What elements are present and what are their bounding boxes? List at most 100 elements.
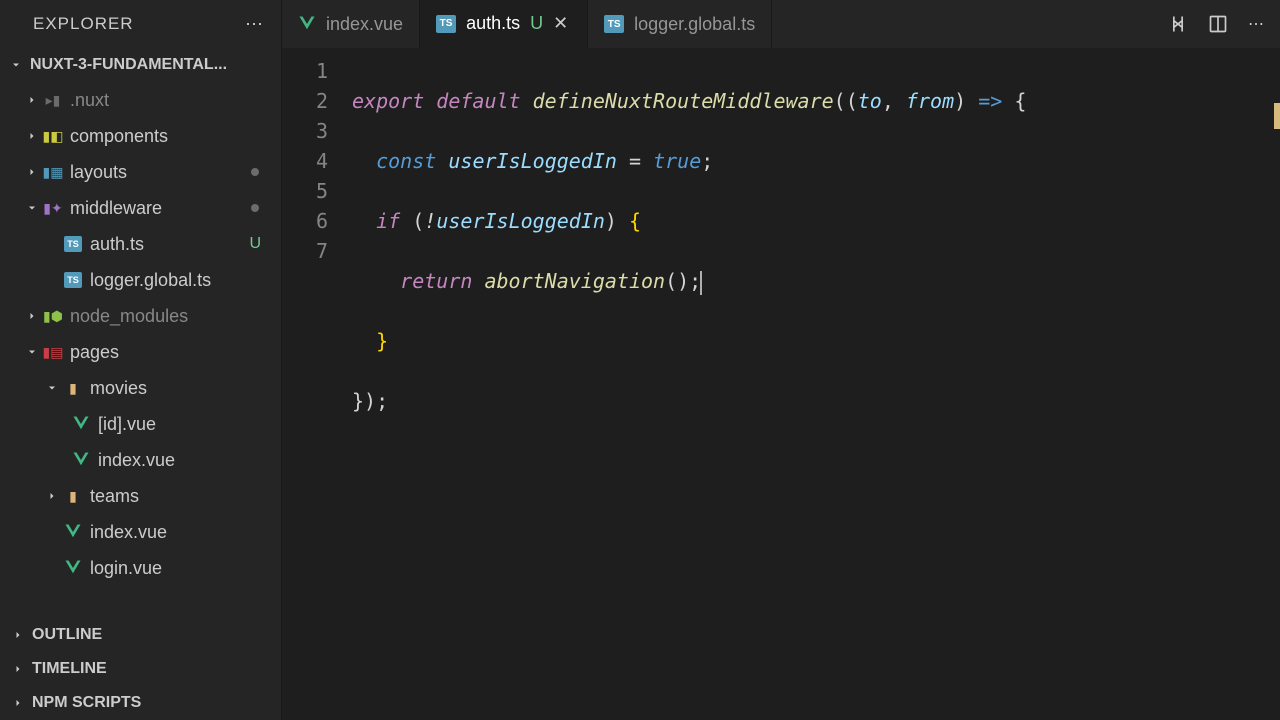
tree-folder-layouts[interactable]: ▮▦ layouts	[0, 154, 281, 190]
line-number: 1	[282, 56, 328, 86]
tree-item-label: [id].vue	[98, 414, 269, 435]
tree-item-label: teams	[90, 486, 269, 507]
tab-label: auth.ts	[466, 13, 520, 34]
folder-icon: ▮	[62, 379, 84, 397]
explorer-header: EXPLORER ⋯	[0, 0, 281, 48]
tree-file-auth[interactable]: TS auth.ts U	[0, 226, 281, 262]
chevron-down-icon	[22, 202, 42, 214]
tab-logger-ts[interactable]: TS logger.global.ts	[588, 0, 772, 48]
tree-item-label: logger.global.ts	[90, 270, 269, 291]
tree-item-label: auth.ts	[90, 234, 249, 255]
project-name: NUXT-3-FUNDAMENTAL...	[30, 56, 227, 74]
tree-file-movies-index[interactable]: index.vue	[0, 442, 281, 478]
minimap[interactable]	[1262, 48, 1280, 720]
tab-index-vue[interactable]: index.vue	[282, 0, 420, 48]
vue-file-icon	[62, 559, 84, 577]
chevron-right-icon	[22, 310, 42, 322]
vue-file-icon	[70, 415, 92, 433]
line-number: 2	[282, 86, 328, 116]
folder-icon: ▮	[62, 487, 84, 505]
folder-icon: ▮⬢	[42, 307, 64, 325]
editor-group: index.vue TS auth.ts U ✕ TS logger.globa…	[282, 0, 1280, 720]
tree-item-label: index.vue	[98, 450, 269, 471]
chevron-right-icon	[22, 130, 42, 142]
tree-file-login[interactable]: login.vue	[0, 550, 281, 586]
tree-folder-teams[interactable]: ▮ teams	[0, 478, 281, 514]
project-section[interactable]: NUXT-3-FUNDAMENTAL...	[0, 48, 281, 82]
tree-folder-nuxt[interactable]: ▸▮ .nuxt	[0, 82, 281, 118]
close-icon[interactable]: ✕	[553, 13, 571, 34]
line-number: 4	[282, 146, 328, 176]
chevron-right-icon	[42, 490, 62, 502]
tree-folder-movies[interactable]: ▮ movies	[0, 370, 281, 406]
folder-icon: ▸▮	[42, 91, 64, 109]
folder-icon: ▮▤	[42, 343, 64, 361]
modified-dot-icon	[251, 204, 259, 212]
file-tree: ▸▮ .nuxt ▮◧ components ▮▦ layouts ▮✦ mid…	[0, 82, 281, 618]
tree-item-label: components	[70, 126, 269, 147]
ts-file-icon: TS	[604, 15, 624, 33]
line-number: 5	[282, 176, 328, 206]
tree-item-label: movies	[90, 378, 269, 399]
git-status-badge: U	[249, 235, 269, 253]
tree-folder-middleware[interactable]: ▮✦ middleware	[0, 190, 281, 226]
outline-section[interactable]: OUTLINE	[0, 618, 281, 652]
tree-folder-pages[interactable]: ▮▤ pages	[0, 334, 281, 370]
tree-item-label: .nuxt	[70, 90, 269, 111]
chevron-right-icon	[8, 663, 28, 675]
git-status-badge: U	[530, 13, 543, 34]
chevron-right-icon	[8, 629, 28, 641]
minimap-change-indicator	[1274, 103, 1280, 129]
tab-label: index.vue	[326, 14, 403, 35]
ts-file-icon: TS	[62, 271, 84, 289]
tree-item-label: login.vue	[90, 558, 269, 579]
tree-folder-node-modules[interactable]: ▮⬢ node_modules	[0, 298, 281, 334]
sidebar: EXPLORER ⋯ NUXT-3-FUNDAMENTAL... ▸▮ .nux…	[0, 0, 282, 720]
line-number: 7	[282, 236, 328, 266]
folder-icon: ▮✦	[42, 199, 64, 217]
tree-item-label: layouts	[70, 162, 251, 183]
more-icon[interactable]: ⋯	[1248, 14, 1264, 34]
timeline-section[interactable]: TIMELINE	[0, 652, 281, 686]
tree-item-label: middleware	[70, 198, 251, 219]
chevron-right-icon	[22, 166, 42, 178]
timeline-label: TIMELINE	[32, 660, 107, 678]
tree-file-logger[interactable]: TS logger.global.ts	[0, 262, 281, 298]
npm-scripts-section[interactable]: NPM SCRIPTS	[0, 686, 281, 720]
text-cursor	[700, 271, 702, 295]
tree-item-label: node_modules	[70, 306, 269, 327]
npm-label: NPM SCRIPTS	[32, 694, 141, 712]
editor-actions: ⋯	[1168, 14, 1280, 34]
folder-icon: ▮◧	[42, 127, 64, 145]
vue-file-icon	[62, 523, 84, 541]
line-number: 3	[282, 116, 328, 146]
line-number: 6	[282, 206, 328, 236]
tab-auth-ts[interactable]: TS auth.ts U ✕	[420, 0, 588, 48]
chevron-down-icon	[42, 382, 62, 394]
tree-file-id-vue[interactable]: [id].vue	[0, 406, 281, 442]
tree-item-label: pages	[70, 342, 269, 363]
vue-file-icon	[70, 451, 92, 469]
split-editor-icon[interactable]	[1208, 14, 1228, 34]
tab-bar: index.vue TS auth.ts U ✕ TS logger.globa…	[282, 0, 1280, 48]
outline-label: OUTLINE	[32, 626, 102, 644]
code-editor[interactable]: 1 2 3 4 5 6 7 export default defineNuxtR…	[282, 48, 1280, 720]
ts-file-icon: TS	[436, 15, 456, 33]
code-content[interactable]: export default defineNuxtRouteMiddleware…	[352, 48, 1280, 720]
line-gutter: 1 2 3 4 5 6 7	[282, 48, 352, 720]
tree-folder-components[interactable]: ▮◧ components	[0, 118, 281, 154]
modified-dot-icon	[251, 168, 259, 176]
vue-file-icon	[298, 16, 316, 32]
chevron-right-icon	[8, 697, 28, 709]
folder-icon: ▮▦	[42, 163, 64, 181]
chevron-down-icon	[6, 59, 26, 71]
compare-icon[interactable]	[1168, 14, 1188, 34]
chevron-down-icon	[22, 346, 42, 358]
tree-file-pages-index[interactable]: index.vue	[0, 514, 281, 550]
tree-item-label: index.vue	[90, 522, 269, 543]
more-icon[interactable]: ⋯	[245, 14, 263, 35]
ts-file-icon: TS	[62, 235, 84, 253]
explorer-title: EXPLORER	[33, 14, 134, 34]
chevron-right-icon	[22, 94, 42, 106]
tab-label: logger.global.ts	[634, 14, 755, 35]
